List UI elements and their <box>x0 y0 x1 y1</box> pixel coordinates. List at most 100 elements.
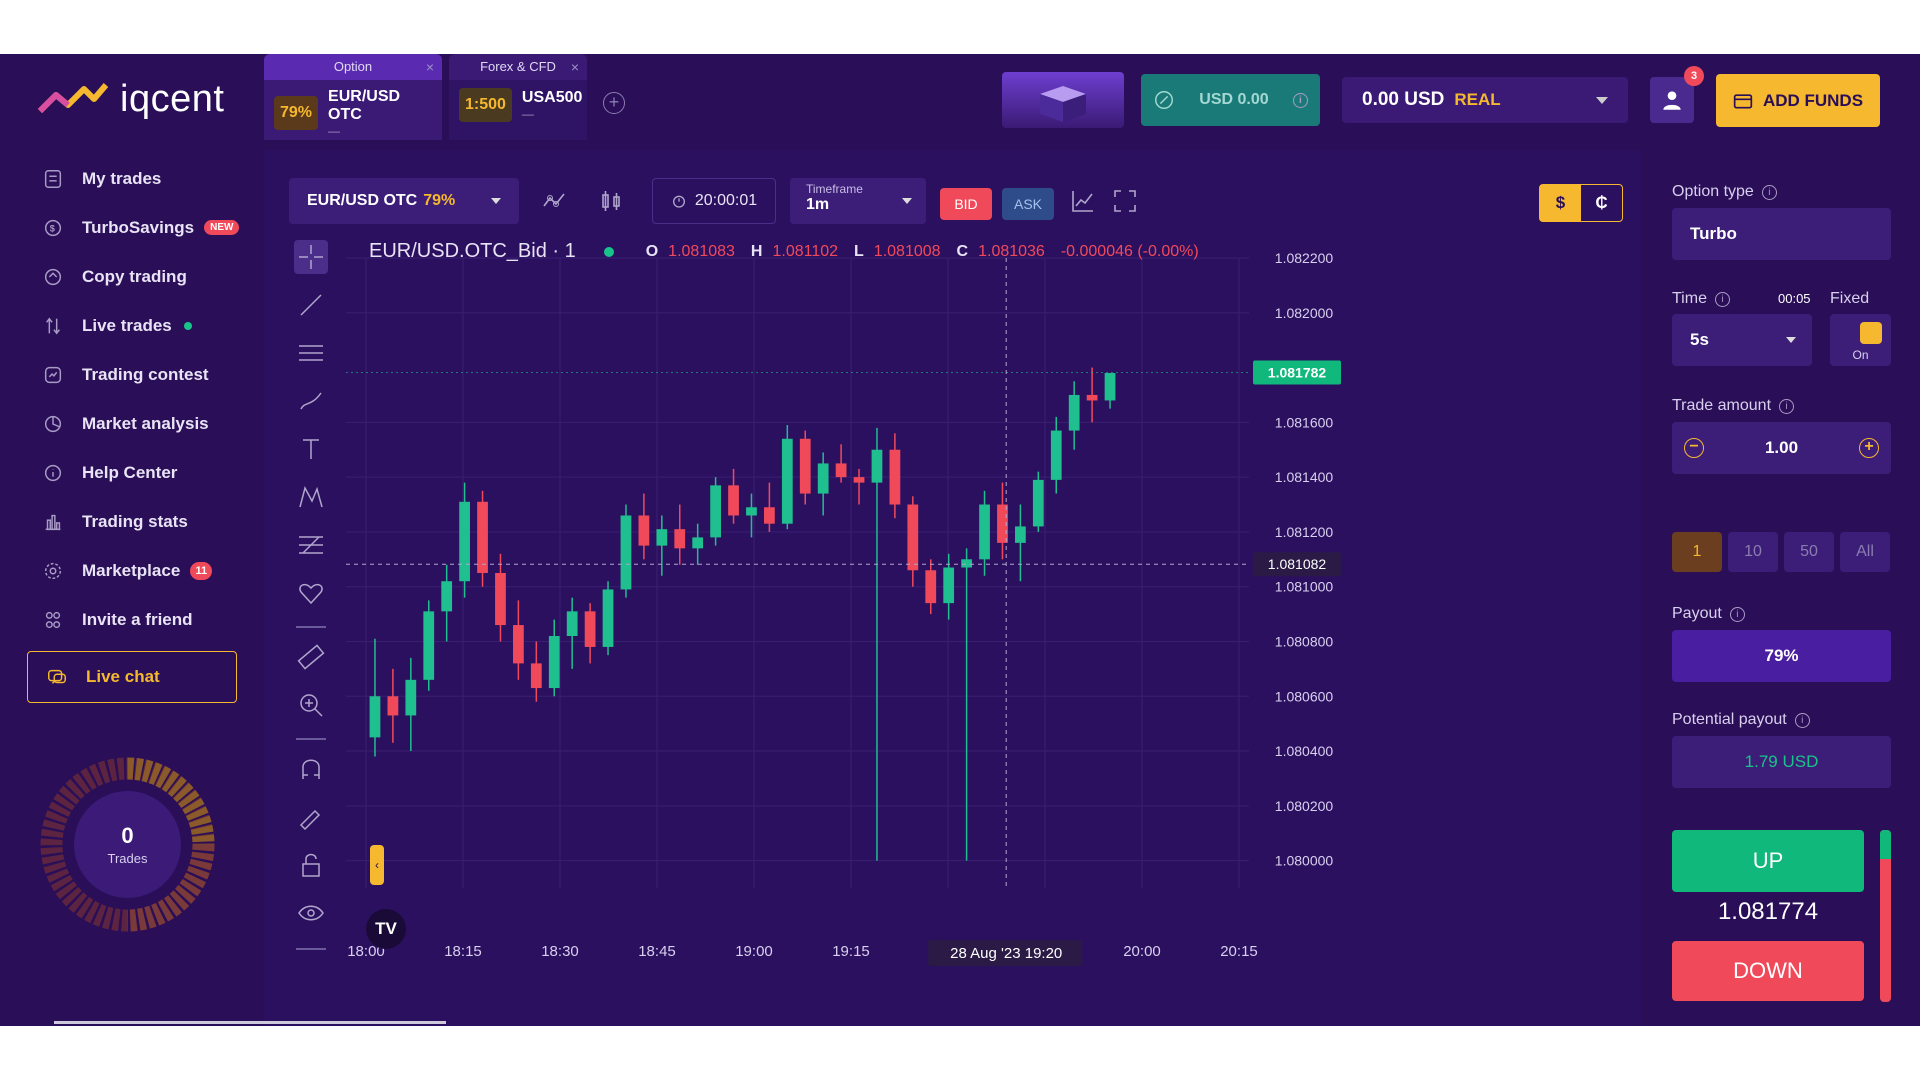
tab-sub: — <box>521 107 534 121</box>
sidebar-item-live-trades[interactable]: Live trades <box>28 301 238 350</box>
trades-count: 0 <box>121 823 134 848</box>
currency-cent[interactable]: ₵ <box>1581 185 1622 221</box>
candle-body <box>423 611 435 680</box>
candle-body <box>530 663 542 689</box>
open-label: O <box>645 242 659 260</box>
tradingview-logo[interactable]: TV <box>366 909 406 949</box>
treasure-chest-button[interactable] <box>1002 72 1124 128</box>
logo[interactable]: iqcent <box>38 74 248 124</box>
sidebar-item-trading-stats[interactable]: Trading stats <box>28 497 238 546</box>
sidebar-item-my-trades[interactable]: My trades <box>28 154 238 203</box>
low-value: 1.081008 <box>873 242 941 260</box>
asset-select[interactable]: EUR/USD OTC 79% <box>289 178 519 224</box>
magnet-tool[interactable] <box>294 752 328 786</box>
close-icon[interactable]: × <box>426 54 434 80</box>
asset-tab-option[interactable]: Option × 79% EUR/USD OTC — <box>264 54 442 140</box>
asset-tab-forex[interactable]: Forex & CFD × 1:500 USA500 — <box>449 54 587 140</box>
trend-line-tool[interactable] <box>294 288 328 322</box>
ask-toggle[interactable]: ASK <box>1002 188 1054 220</box>
bonus-balance[interactable]: USD 0.00 i <box>1141 74 1320 126</box>
toolbar-divider <box>296 626 326 628</box>
visibility-tool[interactable] <box>294 896 328 930</box>
crosshair-tool[interactable] <box>294 240 328 274</box>
y-tick-label: 1.082000 <box>1275 305 1334 321</box>
quick-amount-50[interactable]: 50 <box>1784 532 1834 572</box>
marketplace-count-badge: 11 <box>190 561 213 580</box>
bottom-scrollbar[interactable] <box>54 1021 446 1024</box>
sidebar-item-help-center[interactable]: Help Center <box>28 448 238 497</box>
option-type-label: Option type i <box>1672 183 1777 201</box>
info-icon[interactable]: i <box>1779 398 1795 414</box>
text-icon <box>303 439 319 459</box>
chevron-down-icon <box>1786 337 1796 343</box>
currency-usd[interactable]: $ <box>1540 185 1581 221</box>
ruler-tool[interactable] <box>294 640 328 674</box>
close-icon[interactable]: × <box>571 54 579 80</box>
text-tool[interactable] <box>294 432 328 466</box>
y-tick-label: 1.081000 <box>1275 579 1334 595</box>
brush-tool[interactable] <box>294 384 328 418</box>
candle-body <box>979 504 990 560</box>
minus-icon[interactable]: − <box>1684 438 1704 458</box>
quick-amount-10[interactable]: 10 <box>1728 532 1778 572</box>
fullscreen-icon[interactable] <box>1112 188 1138 214</box>
info-icon[interactable]: i <box>1729 606 1745 622</box>
info-icon[interactable]: i <box>1794 712 1810 728</box>
info-icon[interactable]: i <box>1714 291 1730 307</box>
candle-body <box>656 529 668 546</box>
payout-value: 79% <box>1672 630 1891 682</box>
fixed-toggle[interactable]: On <box>1830 314 1891 366</box>
close-value: 1.081036 <box>978 242 1045 260</box>
zoom-tool[interactable] <box>294 688 328 722</box>
y-tick-label: 1.081200 <box>1275 524 1334 540</box>
horizontal-lines-tool[interactable] <box>294 336 328 370</box>
favorite-tool[interactable] <box>294 576 328 610</box>
candles-icon[interactable] <box>598 188 624 214</box>
sidebar-item-turbosavings[interactable]: $ TurboSavings NEW <box>28 203 240 252</box>
sidebar: iqcent My trades $ TurboSavings NEW Copy… <box>0 54 262 1026</box>
add-funds-button[interactable]: ADD FUNDS <box>1716 74 1880 127</box>
quick-amount-1[interactable]: 1 <box>1672 532 1722 572</box>
trade-amount-value[interactable]: 1.00 <box>1765 438 1798 458</box>
fib-icon <box>299 536 323 554</box>
candle-body <box>871 449 883 483</box>
quick-amount-all[interactable]: All <box>1840 532 1890 572</box>
sidebar-item-invite-friend[interactable]: Invite a friend <box>28 595 238 644</box>
line-chart-icon[interactable] <box>1070 188 1096 214</box>
pattern-tool[interactable] <box>294 480 328 514</box>
lock-drawings-tool[interactable] <box>294 800 328 834</box>
trade-amount-stepper: − 1.00 + <box>1672 422 1891 474</box>
fixed-label: Fixed <box>1830 290 1870 307</box>
add-tab-icon[interactable]: + <box>603 92 625 114</box>
sidebar-item-label: Help Center <box>82 462 178 482</box>
account-balance-select[interactable]: 0.00 USD REAL <box>1342 77 1628 123</box>
pencil-lock-icon <box>299 809 321 831</box>
price-chart[interactable]: 18:0018:1518:3018:4519:0019:1519:3019:45… <box>264 150 1641 1026</box>
sentiment-bar <box>1880 830 1891 1002</box>
chest-icon <box>1040 86 1086 122</box>
lock-tool[interactable] <box>294 848 328 882</box>
sidebar-item-copy-trading[interactable]: Copy trading <box>28 252 238 301</box>
indicators-icon[interactable] <box>542 188 568 214</box>
sidebar-item-market-analysis[interactable]: Market analysis <box>28 399 238 448</box>
fib-tool[interactable] <box>294 528 328 562</box>
plus-icon[interactable]: + <box>1859 438 1879 458</box>
down-button[interactable]: DOWN <box>1672 941 1864 1001</box>
option-type-select[interactable]: Turbo <box>1672 208 1891 260</box>
bar-chart-icon <box>45 514 61 530</box>
info-icon[interactable]: i <box>1292 92 1308 108</box>
new-badge: NEW <box>204 220 240 235</box>
live-chat-button[interactable]: Live chat <box>27 651 237 703</box>
info-icon[interactable]: i <box>1761 184 1777 200</box>
bid-toggle[interactable]: BID <box>940 188 992 220</box>
scroll-left-icon[interactable]: ‹ <box>370 845 384 885</box>
pattern-icon <box>299 485 323 508</box>
timeframe-select[interactable]: Timeframe 1m <box>790 178 926 224</box>
time-select[interactable]: 5s <box>1672 314 1812 366</box>
info-icon <box>44 464 62 481</box>
up-button[interactable]: UP <box>1672 830 1864 892</box>
sidebar-item-trading-contest[interactable]: Trading contest <box>28 350 238 399</box>
currency-toggle[interactable]: $ ₵ <box>1539 184 1623 222</box>
toggle-knob <box>1860 322 1882 344</box>
sidebar-item-marketplace[interactable]: Marketplace 11 <box>28 546 238 595</box>
